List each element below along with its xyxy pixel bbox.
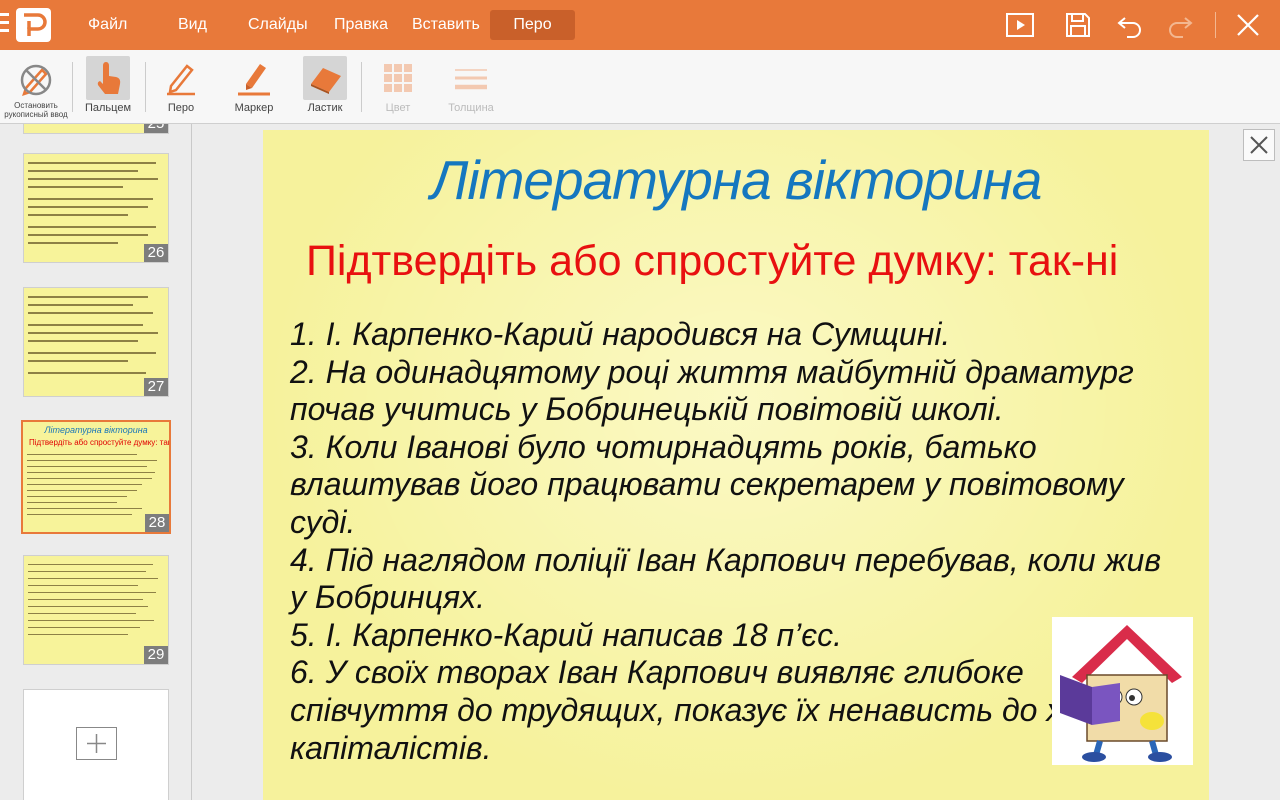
- reading-house-clipart[interactable]: [1052, 617, 1193, 765]
- hamburger-menu-icon[interactable]: [0, 13, 9, 37]
- menu-insert[interactable]: Вставить: [398, 10, 494, 40]
- slide-number: 28: [145, 514, 169, 532]
- quiz-item: 6. У своїх творах Іван Карпович виявляє …: [290, 654, 1170, 766]
- slide-thumbnail[interactable]: 26: [23, 153, 169, 263]
- slide-canvas[interactable]: Літературна вікторина Підтвердіть або сп…: [193, 124, 1280, 800]
- pen-label: Перо: [167, 102, 195, 114]
- menu-slides[interactable]: Слайды: [234, 10, 322, 40]
- quiz-item: 1. І. Карпенко-Карий народився на Сумщин…: [290, 316, 951, 352]
- slide-thumbnails-panel[interactable]: 25 26 27 Літературна вікторина Підтверді…: [0, 124, 192, 800]
- slide-number: 26: [144, 244, 168, 262]
- eraser-button[interactable]: Ластик: [294, 54, 356, 120]
- play-slideshow-icon[interactable]: [1005, 10, 1035, 40]
- eraser-label: Ластик: [307, 102, 343, 114]
- redo-icon[interactable]: [1165, 10, 1195, 40]
- quiz-item: 5. І. Карпенко-Карий написав 18 п’єс.: [290, 616, 843, 653]
- pen-icon: [159, 56, 203, 100]
- menubar-divider: [1215, 12, 1216, 38]
- color-label: Цвет: [385, 102, 411, 114]
- slide-number: 27: [144, 378, 168, 396]
- stop-ink-icon: [14, 56, 58, 100]
- slide-thumbnail[interactable]: 29: [23, 555, 169, 665]
- thumbnail-subtitle: Підтвердіть або спростуйте думку: так-ні: [29, 438, 171, 447]
- thickness-button[interactable]: Толщина: [440, 54, 502, 120]
- add-slide-icon: [76, 727, 117, 760]
- thumbnail-title: Літературна вікторина: [44, 425, 148, 435]
- undo-icon[interactable]: [1115, 10, 1145, 40]
- slide-title[interactable]: Літературна вікторина: [263, 148, 1209, 212]
- top-menu-bar: Файл Вид Слайды Правка Вставить Перо: [0, 0, 1280, 50]
- finger-icon: [86, 56, 130, 100]
- color-grid-icon: [376, 56, 420, 100]
- quiz-item: 3. Коли Іванові було чотирнадцять років,…: [290, 428, 1124, 540]
- quiz-item: 4. Під наглядом поліції Іван Карпович пе…: [290, 541, 1162, 616]
- add-slide-button[interactable]: [23, 689, 169, 800]
- close-slide-icon[interactable]: [1243, 129, 1275, 161]
- slide-number: 25: [144, 124, 168, 133]
- thickness-icon: [449, 56, 493, 100]
- slide-thumbnail-selected[interactable]: Літературна вікторина Підтвердіть або сп…: [21, 420, 171, 534]
- thickness-label: Толщина: [448, 102, 494, 114]
- menu-pen[interactable]: Перо: [490, 10, 575, 40]
- slide-thumbnail[interactable]: 27: [23, 287, 169, 397]
- slide-subtitle[interactable]: Підтвердіть або спростуйте думку: так-ні: [306, 236, 1196, 286]
- quiz-item: 2. На одинадцятому році життя майбутній …: [290, 353, 1134, 428]
- marker-label: Маркер: [234, 102, 274, 114]
- pen-ribbon-toolbar: Остановить рукописный ввод Пальцем Перо …: [0, 50, 1280, 124]
- marker-icon: [232, 56, 276, 100]
- menu-file[interactable]: Файл: [74, 10, 141, 40]
- slide-number: 29: [144, 646, 168, 664]
- slide-thumbnail[interactable]: 25: [23, 124, 169, 134]
- pen-button[interactable]: Перо: [150, 54, 212, 120]
- stop-ink-label: Остановить рукописный ввод: [4, 101, 68, 119]
- finger-button[interactable]: Пальцем: [77, 54, 139, 120]
- stop-ink-button[interactable]: Остановить рукописный ввод: [4, 54, 68, 120]
- app-logo-icon: [16, 8, 51, 42]
- close-app-icon[interactable]: [1233, 10, 1263, 40]
- eraser-icon: [303, 56, 347, 100]
- current-slide[interactable]: Літературна вікторина Підтвердіть або сп…: [263, 130, 1209, 800]
- save-icon[interactable]: [1063, 10, 1093, 40]
- finger-label: Пальцем: [84, 102, 132, 114]
- marker-button[interactable]: Маркер: [223, 54, 285, 120]
- color-button[interactable]: Цвет: [367, 54, 429, 120]
- menu-edit[interactable]: Правка: [320, 10, 402, 40]
- slide-body-text[interactable]: 1. І. Карпенко-Карий народився на Сумщин…: [290, 316, 1170, 767]
- menu-view[interactable]: Вид: [164, 10, 221, 40]
